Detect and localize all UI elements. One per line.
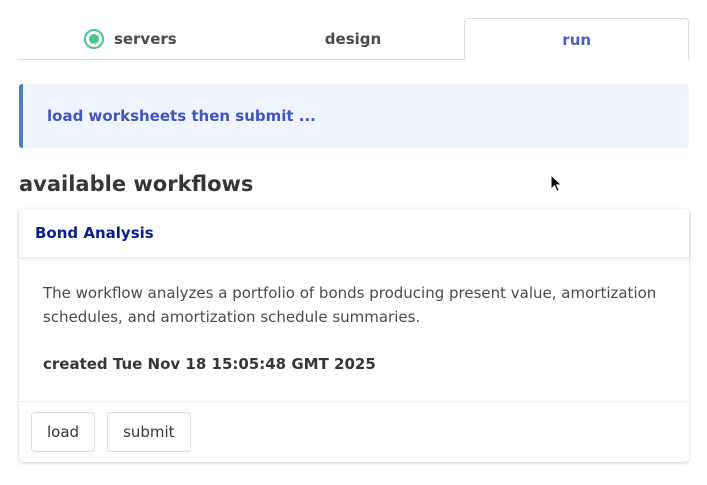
workflow-card-content: The workflow analyzes a portfolio of bon…	[19, 257, 689, 401]
workflow-description: The workflow analyzes a portfolio of bon…	[43, 284, 657, 326]
tab-servers-label: servers	[113, 30, 177, 48]
section-title: available workflows	[19, 172, 254, 196]
submit-button[interactable]: submit	[107, 412, 191, 452]
tab-bar: servers design run	[19, 18, 690, 61]
tab-run-label: run	[562, 30, 592, 49]
app-root: servers design run load worksheets then …	[0, 0, 707, 485]
tab-run[interactable]: run	[464, 18, 690, 61]
info-notification: load worksheets then submit ...	[19, 84, 689, 148]
load-button[interactable]: load	[31, 412, 96, 452]
workflow-created: created Tue Nov 18 15:05:48 GMT 2025	[43, 355, 376, 373]
mouse-pointer-icon	[550, 174, 563, 193]
workflow-card-header: Bond Analysis	[19, 209, 689, 257]
workflow-card: Bond Analysis The workflow analyzes a po…	[19, 209, 689, 462]
tab-servers[interactable]: servers	[19, 18, 242, 60]
status-connected-icon	[83, 29, 104, 49]
tab-design[interactable]: design	[242, 18, 465, 60]
tab-design-label: design	[324, 30, 382, 48]
workflow-card-footer: load submit	[19, 401, 689, 462]
notification-text: load worksheets then submit ...	[47, 107, 316, 125]
workflow-title: Bond Analysis	[35, 224, 154, 242]
